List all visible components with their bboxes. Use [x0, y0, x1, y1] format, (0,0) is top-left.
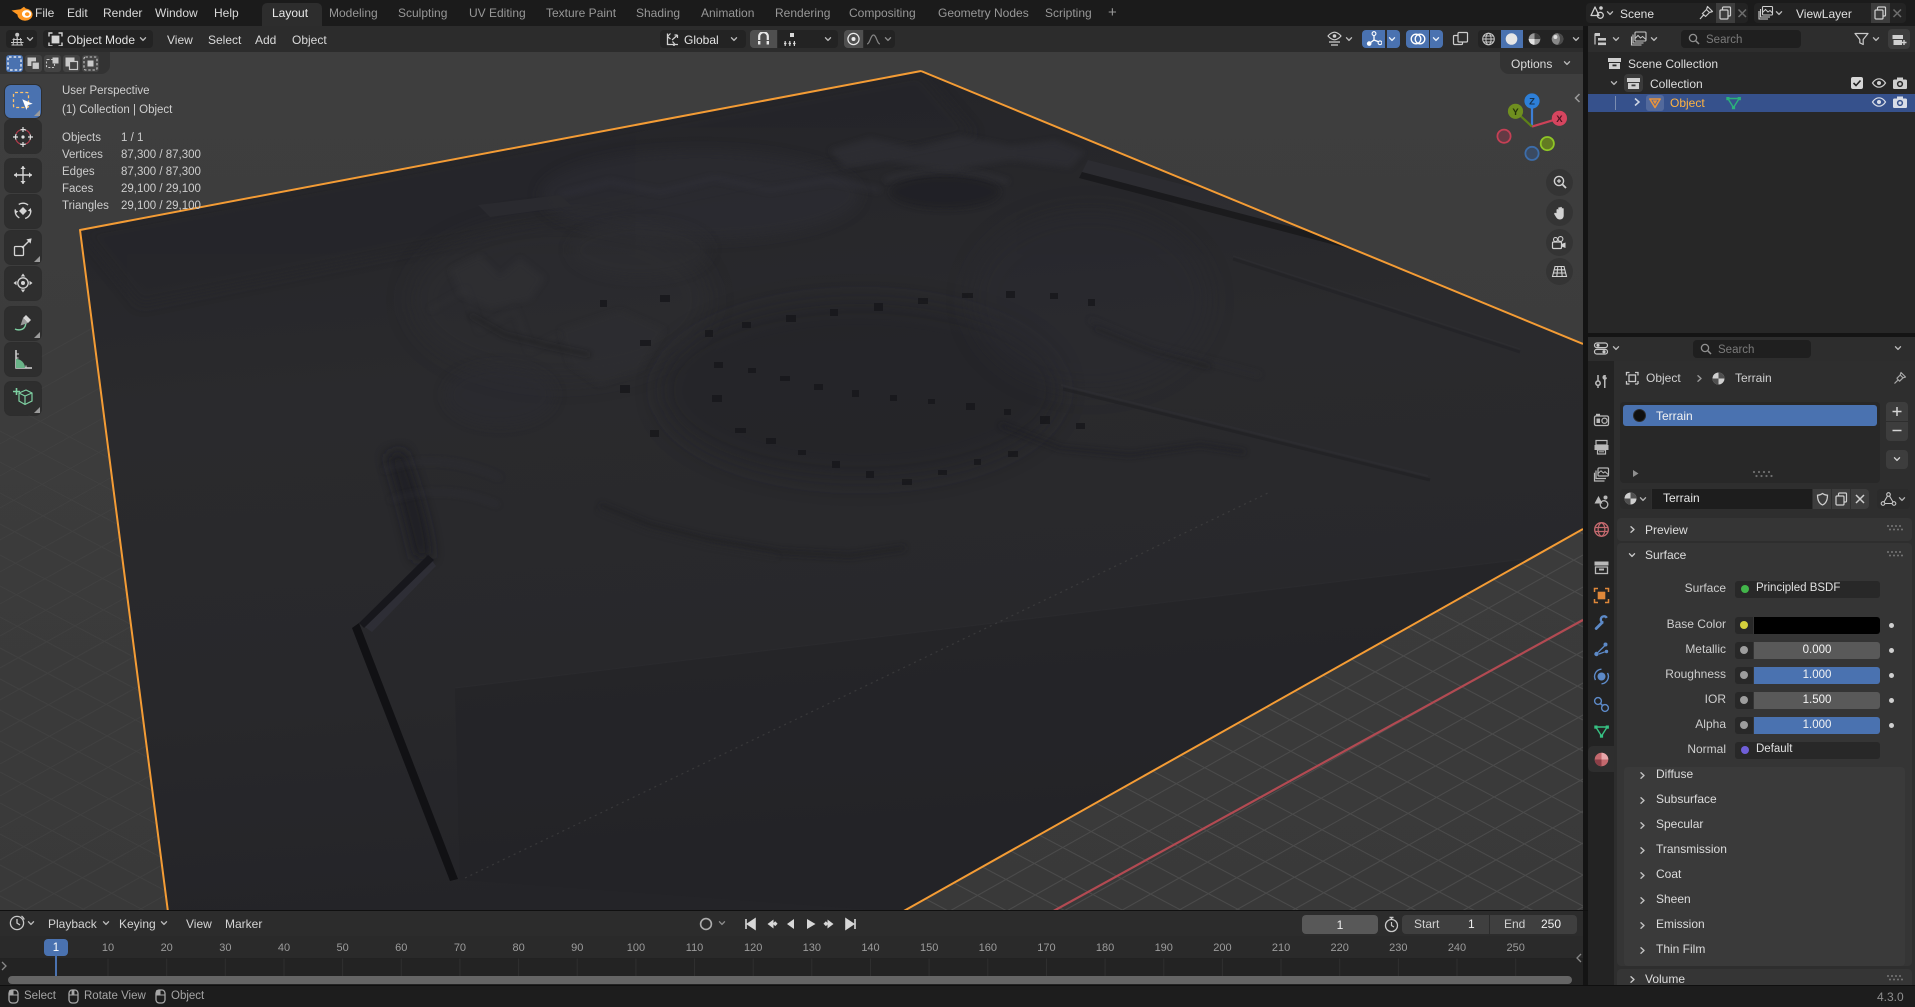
svg-text:Y: Y [1512, 107, 1519, 118]
svg-text:X: X [1556, 114, 1563, 125]
svg-text:Z: Z [1529, 97, 1535, 108]
